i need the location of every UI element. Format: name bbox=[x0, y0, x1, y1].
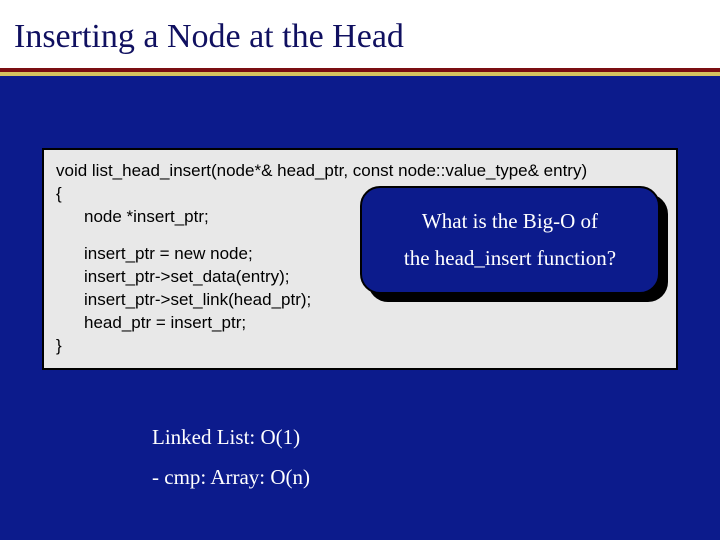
title-bar: Inserting a Node at the Head bbox=[0, 0, 720, 68]
code-line: void list_head_insert(node*& head_ptr, c… bbox=[56, 160, 664, 183]
slide-title: Inserting a Node at the Head bbox=[14, 18, 706, 56]
callout-line: the head_insert function? bbox=[404, 246, 616, 271]
answer-block: Linked List: O(1) - cmp: Array: O(n) bbox=[152, 418, 310, 498]
callout-line: What is the Big-O of bbox=[422, 209, 598, 234]
question-callout: What is the Big-O of the head_insert fun… bbox=[360, 186, 660, 294]
code-line: head_ptr = insert_ptr; bbox=[56, 312, 664, 335]
code-line: } bbox=[56, 335, 664, 358]
answer-line: Linked List: O(1) bbox=[152, 418, 310, 458]
answer-line: - cmp: Array: O(n) bbox=[152, 458, 310, 498]
divider-bottom bbox=[0, 72, 720, 76]
